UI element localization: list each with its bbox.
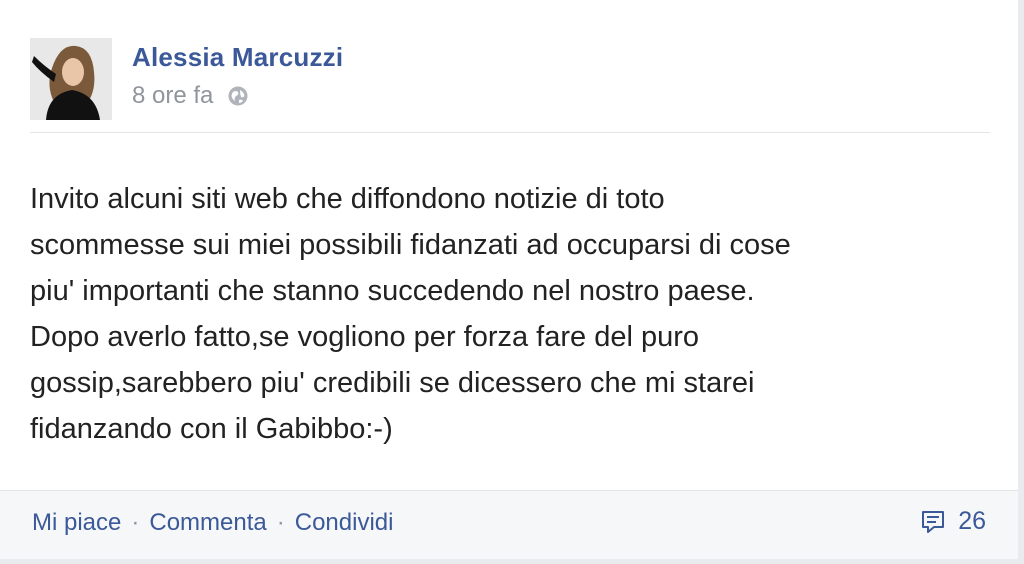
divider xyxy=(30,132,990,133)
post-timestamp[interactable]: 8 ore fa xyxy=(132,82,213,110)
post-meta: 8 ore fa xyxy=(132,82,249,110)
author-name[interactable]: Alessia Marcuzzi xyxy=(132,42,343,73)
globe-icon[interactable] xyxy=(227,85,249,107)
comment-link[interactable]: Commenta xyxy=(149,509,266,537)
post-text: Invito alcuni siti web che diffondono no… xyxy=(30,183,791,445)
facebook-post: Alessia Marcuzzi 8 ore fa Invito alcuni … xyxy=(0,0,1024,564)
separator: · xyxy=(131,509,140,536)
action-links: Mi piace · Commenta · Condividi xyxy=(32,509,393,537)
comment-count-value: 26 xyxy=(958,507,986,535)
comment-icon xyxy=(920,509,946,535)
post-footer: Mi piace · Commenta · Condividi 26 xyxy=(0,490,1018,559)
share-link[interactable]: Condividi xyxy=(295,509,394,537)
post-header: Alessia Marcuzzi 8 ore fa xyxy=(30,38,990,120)
separator: · xyxy=(276,509,285,536)
avatar-image xyxy=(30,38,112,120)
like-link[interactable]: Mi piace xyxy=(32,509,121,537)
avatar[interactable] xyxy=(30,38,112,120)
comment-count[interactable]: 26 xyxy=(920,507,986,536)
